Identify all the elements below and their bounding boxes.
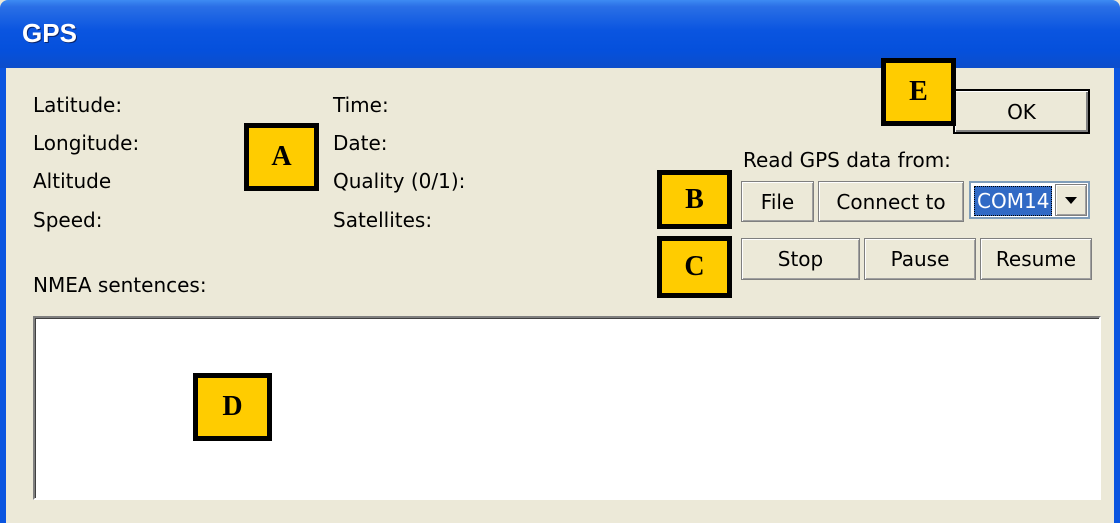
callout-d: D [193,373,272,441]
satellites-label: Satellites: [333,208,433,232]
gps-dialog: GPS Latitude: Longitude: Altitude Speed:… [0,0,1120,523]
window-frame-right [1114,68,1120,523]
com-port-select[interactable]: COM14 [969,181,1090,219]
ok-button[interactable]: OK [953,89,1090,134]
connect-to-button[interactable]: Connect to [818,181,964,222]
stop-button[interactable]: Stop [741,238,860,280]
longitude-label: Longitude: [33,131,140,155]
nmea-label: NMEA sentences: [33,273,207,297]
callout-b: B [657,170,732,229]
date-label: Date: [333,131,388,155]
window-title: GPS [22,18,77,48]
com-port-value: COM14 [974,186,1053,216]
callout-a: A [244,123,319,191]
file-button[interactable]: File [741,181,814,222]
latitude-label: Latitude: [33,93,123,117]
altitude-label: Altitude [33,169,112,193]
dropdown-arrow-icon[interactable] [1055,184,1087,216]
callout-c: C [657,236,732,298]
callout-e: E [881,58,956,126]
speed-label: Speed: [33,208,103,232]
quality-label: Quality (0/1): [333,169,466,193]
read-source-label: Read GPS data from: [743,148,951,172]
pause-button[interactable]: Pause [864,238,976,280]
resume-button[interactable]: Resume [980,238,1092,280]
window-frame-left [0,68,6,523]
time-label: Time: [333,93,389,117]
